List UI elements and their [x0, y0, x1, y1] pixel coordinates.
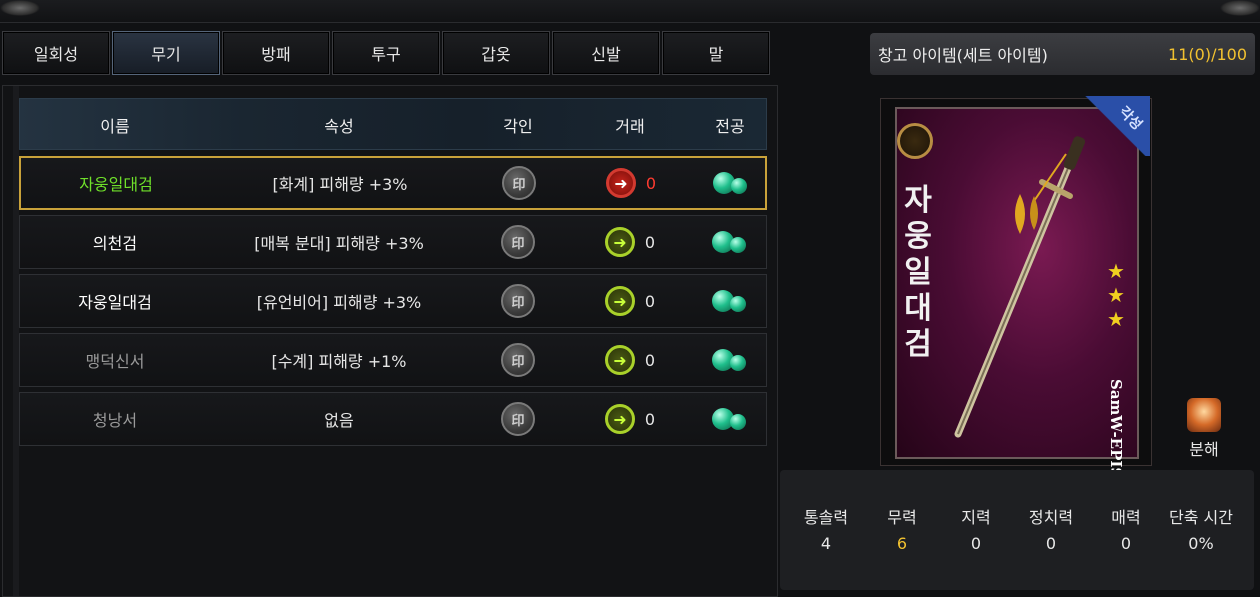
merit-orb-icon: [710, 229, 750, 255]
table-row[interactable]: 청낭서 없음 印 ➜ 0: [19, 392, 767, 446]
merit-orb-icon: [711, 170, 751, 196]
tab-shield[interactable]: 방패: [222, 31, 330, 75]
item-attribute: 없음: [324, 411, 354, 430]
item-attribute: [매복 분대] 피해량 +3%: [254, 234, 424, 253]
merit-orb-icon: [710, 406, 750, 432]
stat-value: 0%: [1188, 534, 1214, 553]
table-header: 이름 속성 각인 거래 전공: [19, 98, 767, 150]
stat-value: 4: [820, 534, 832, 553]
header-trade: 거래: [615, 117, 645, 136]
decompose-button[interactable]: 분해: [1176, 398, 1232, 460]
star-icon: ★: [1107, 259, 1125, 283]
trade-count: 0: [644, 409, 656, 429]
table-row[interactable]: 맹덕신서 [수계] 피해량 +1% 印 ➜ 0: [19, 333, 767, 387]
frame-ornament-left: [0, 0, 40, 16]
frame-ornament-right: [1220, 0, 1260, 16]
item-attribute: [수계] 피해량 +1%: [271, 352, 407, 371]
decompose-icon: [1187, 398, 1221, 432]
stat-charm: 매력 0: [1086, 504, 1166, 553]
trade-count: 0: [644, 232, 656, 252]
trade-count: 0: [644, 350, 656, 370]
merit-orb-icon: [710, 347, 750, 373]
header-seal: 각인: [503, 117, 533, 136]
seal-icon[interactable]: 印: [501, 343, 535, 377]
item-list-panel: 이름 속성 각인 거래 전공 자웅일대검 [화계] 피해량 +3% 印 ➜ 0 의…: [2, 85, 778, 597]
trade-arrow-icon[interactable]: ➜: [604, 345, 635, 375]
star-icon: ★: [1107, 307, 1125, 331]
seal-icon[interactable]: 印: [501, 284, 535, 318]
ribbon-text: 각성: [1115, 103, 1146, 134]
rank-stars: ★ ★ ★: [1107, 259, 1125, 331]
trade-count: 0: [645, 173, 657, 193]
item-name: 의천검: [92, 234, 138, 253]
item-attribute: [유언비어] 피해량 +3%: [256, 293, 422, 312]
stat-leadership: 통솔력 4: [786, 504, 866, 553]
stat-label: 정치력: [1028, 508, 1074, 527]
stat-value: 0: [970, 534, 982, 553]
stat-value: 6: [896, 534, 908, 553]
tab-horse[interactable]: 말: [662, 31, 770, 75]
trade-arrow-icon[interactable]: ➜: [604, 404, 635, 434]
table-row[interactable]: 자웅일대검 [유언비어] 피해량 +3% 印 ➜ 0: [19, 274, 767, 328]
stats-panel: 통솔력 4 무력 6 지력 0 정치력 0 매력 0 단축 시간 0%: [780, 470, 1254, 590]
storage-label: 창고 아이템(세트 아이템): [878, 46, 1048, 65]
stat-label: 통솔력: [803, 508, 849, 527]
item-name: 자웅일대검: [79, 175, 153, 194]
table-row[interactable]: 의천검 [매복 분대] 피해량 +3% 印 ➜ 0: [19, 215, 767, 269]
tab-weapon[interactable]: 무기: [112, 31, 220, 75]
stat-intelligence: 지력 0: [936, 504, 1016, 553]
header-name: 이름: [100, 117, 130, 136]
header-merit: 전공: [715, 117, 745, 136]
trade-arrow-icon[interactable]: ➜: [604, 227, 635, 257]
stat-politics: 정치력 0: [1011, 504, 1091, 553]
stat-label: 지력: [961, 508, 991, 527]
header-attribute: 속성: [324, 117, 354, 136]
item-attribute: [화계] 피해량 +3%: [272, 175, 408, 194]
tab-single-use[interactable]: 일회성: [2, 31, 110, 75]
tab-shoes[interactable]: 신발: [552, 31, 660, 75]
item-name: 맹덕신서: [85, 352, 145, 371]
trade-count: 0: [644, 291, 656, 311]
stat-time-reduction: 단축 시간 0%: [1161, 504, 1241, 553]
stat-label: 매력: [1111, 508, 1141, 527]
seal-icon[interactable]: 印: [501, 402, 535, 436]
stat-strength: 무력 6: [862, 504, 942, 553]
trade-arrow-icon[interactable]: ➜: [604, 286, 635, 316]
emblem-icon: [897, 123, 933, 159]
seal-icon[interactable]: 印: [501, 225, 535, 259]
tab-helmet[interactable]: 투구: [332, 31, 440, 75]
stat-label: 무력: [887, 508, 917, 527]
star-icon: ★: [1107, 283, 1125, 307]
item-name: 자웅일대검: [78, 293, 152, 312]
tab-armor[interactable]: 갑옷: [442, 31, 550, 75]
trade-arrow-icon[interactable]: ➜: [605, 168, 636, 198]
merit-orb-icon: [710, 288, 750, 314]
top-frame: [0, 0, 1260, 23]
category-tabs: 일회성 무기 방패 투구 갑옷 신발 말: [2, 31, 770, 75]
decompose-label: 분해: [1189, 440, 1219, 459]
stat-label: 단축 시간: [1169, 508, 1233, 527]
sword-icon: [954, 136, 1086, 438]
stat-value: 0: [1045, 534, 1057, 553]
card-title: 자웅일대검: [904, 183, 932, 362]
storage-bar: 창고 아이템(세트 아이템) 11(0)/100: [870, 33, 1255, 75]
table-row[interactable]: 자웅일대검 [화계] 피해량 +3% 印 ➜ 0: [19, 156, 767, 210]
item-name: 청낭서: [92, 411, 138, 430]
stat-value: 0: [1120, 534, 1132, 553]
seal-icon[interactable]: 印: [502, 166, 536, 200]
storage-count: 11(0)/100: [1168, 44, 1247, 64]
